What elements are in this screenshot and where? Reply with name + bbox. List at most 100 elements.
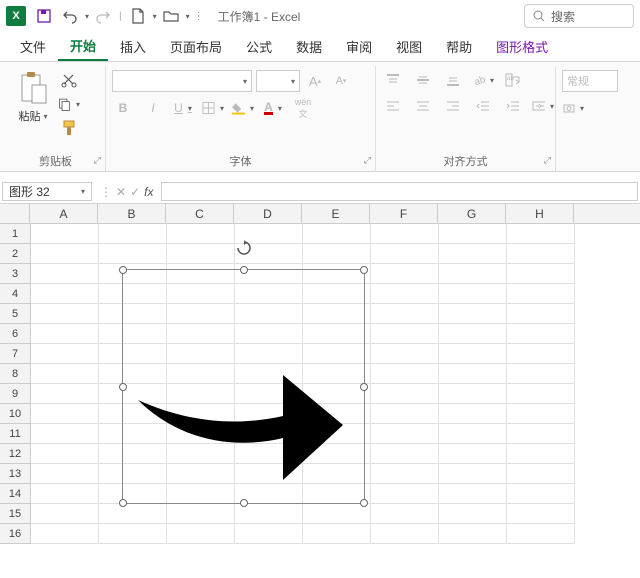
col-header[interactable]: E xyxy=(302,204,370,223)
cell[interactable] xyxy=(167,524,235,544)
tab-help[interactable]: 帮助 xyxy=(434,33,484,60)
bold-icon[interactable]: B xyxy=(112,98,134,118)
new-file-dropdown-icon[interactable]: ▾ xyxy=(153,12,157,21)
cell[interactable] xyxy=(439,504,507,524)
cell[interactable] xyxy=(167,244,235,264)
cell[interactable] xyxy=(371,504,439,524)
enter-formula-icon[interactable]: ✓ xyxy=(130,185,140,199)
arrow-shape[interactable] xyxy=(133,330,353,490)
name-box[interactable]: 图形 32 ▾ xyxy=(2,182,92,201)
open-dropdown-icon[interactable]: ▾ xyxy=(186,12,190,21)
cell[interactable] xyxy=(439,484,507,504)
cell[interactable] xyxy=(99,224,167,244)
fill-color-icon[interactable]: ▾ xyxy=(232,98,254,118)
increase-indent-icon[interactable] xyxy=(502,96,524,116)
cell[interactable] xyxy=(31,344,99,364)
cell[interactable] xyxy=(31,324,99,344)
cell[interactable] xyxy=(371,524,439,544)
align-right-icon[interactable] xyxy=(442,96,464,116)
italic-icon[interactable]: I xyxy=(142,98,164,118)
cell[interactable] xyxy=(439,264,507,284)
increase-font-icon[interactable]: A▴ xyxy=(304,71,326,91)
cell[interactable] xyxy=(439,244,507,264)
cell[interactable] xyxy=(371,284,439,304)
cell[interactable] xyxy=(439,364,507,384)
select-all-corner[interactable] xyxy=(0,204,30,223)
cell-grid[interactable] xyxy=(31,224,640,544)
cell[interactable] xyxy=(507,444,575,464)
cell[interactable] xyxy=(507,464,575,484)
cell[interactable] xyxy=(31,524,99,544)
cell[interactable] xyxy=(371,404,439,424)
number-format-combo[interactable]: 常规 xyxy=(562,70,618,92)
resize-handle-ne[interactable] xyxy=(360,266,368,274)
cell[interactable] xyxy=(507,524,575,544)
cell[interactable] xyxy=(303,224,371,244)
clipboard-launcher-icon[interactable]: ⤢ xyxy=(94,151,101,169)
row-header[interactable]: 5 xyxy=(0,304,30,324)
row-header[interactable]: 6 xyxy=(0,324,30,344)
row-header[interactable]: 2 xyxy=(0,244,30,264)
formula-input[interactable] xyxy=(161,182,638,201)
col-header[interactable]: H xyxy=(506,204,574,223)
cell[interactable] xyxy=(99,524,167,544)
tab-review[interactable]: 审阅 xyxy=(334,33,384,60)
row-header[interactable]: 14 xyxy=(0,484,30,504)
resize-handle-e[interactable] xyxy=(360,383,368,391)
cell[interactable] xyxy=(167,504,235,524)
align-top-icon[interactable] xyxy=(382,70,404,90)
resize-handle-w[interactable] xyxy=(119,383,127,391)
align-center-icon[interactable] xyxy=(412,96,434,116)
cell[interactable] xyxy=(507,484,575,504)
fx-icon[interactable]: fx xyxy=(144,185,153,199)
cell[interactable] xyxy=(31,484,99,504)
name-box-dropdown-icon[interactable]: ▾ xyxy=(81,187,85,196)
font-color-icon[interactable]: A▾ xyxy=(262,98,284,118)
cell[interactable] xyxy=(507,244,575,264)
cell[interactable] xyxy=(439,304,507,324)
cell[interactable] xyxy=(371,244,439,264)
cell[interactable] xyxy=(371,444,439,464)
undo-icon[interactable] xyxy=(58,4,82,28)
cell[interactable] xyxy=(31,264,99,284)
cell[interactable] xyxy=(371,364,439,384)
row-header[interactable]: 8 xyxy=(0,364,30,384)
cell[interactable] xyxy=(31,404,99,424)
cell[interactable] xyxy=(507,284,575,304)
shape-selection-box[interactable] xyxy=(122,269,365,504)
align-left-icon[interactable] xyxy=(382,96,404,116)
cell[interactable] xyxy=(507,264,575,284)
cell[interactable] xyxy=(167,224,235,244)
tab-data[interactable]: 数据 xyxy=(284,33,334,60)
open-folder-icon[interactable] xyxy=(159,4,183,28)
format-painter-icon[interactable] xyxy=(58,118,80,138)
search-box[interactable]: 搜索 xyxy=(524,4,634,28)
row-header[interactable]: 3 xyxy=(0,264,30,284)
wrap-text-icon[interactable]: ab xyxy=(502,70,524,90)
col-header[interactable]: G xyxy=(438,204,506,223)
align-bottom-icon[interactable] xyxy=(442,70,464,90)
merge-center-icon[interactable]: ▾ xyxy=(532,96,554,116)
cell[interactable] xyxy=(439,464,507,484)
font-size-combo[interactable]: ▾ xyxy=(256,70,300,92)
cell[interactable] xyxy=(371,264,439,284)
row-header[interactable]: 11 xyxy=(0,424,30,444)
row-header[interactable]: 12 xyxy=(0,444,30,464)
cell[interactable] xyxy=(31,304,99,324)
border-icon[interactable]: ▾ xyxy=(202,98,224,118)
resize-handle-n[interactable] xyxy=(240,266,248,274)
cell[interactable] xyxy=(507,224,575,244)
font-name-combo[interactable]: ▾ xyxy=(112,70,252,92)
alignment-launcher-icon[interactable]: ⤢ xyxy=(544,151,551,169)
cell[interactable] xyxy=(371,344,439,364)
save-icon[interactable] xyxy=(32,4,56,28)
tab-file[interactable]: 文件 xyxy=(8,33,58,60)
tab-shape-format[interactable]: 图形格式 xyxy=(484,33,560,60)
cut-icon[interactable] xyxy=(58,70,80,90)
cell[interactable] xyxy=(439,444,507,464)
cell[interactable] xyxy=(439,384,507,404)
resize-handle-nw[interactable] xyxy=(119,266,127,274)
col-header[interactable]: F xyxy=(370,204,438,223)
copy-icon[interactable]: ▾ xyxy=(58,94,80,114)
col-header[interactable]: A xyxy=(30,204,98,223)
